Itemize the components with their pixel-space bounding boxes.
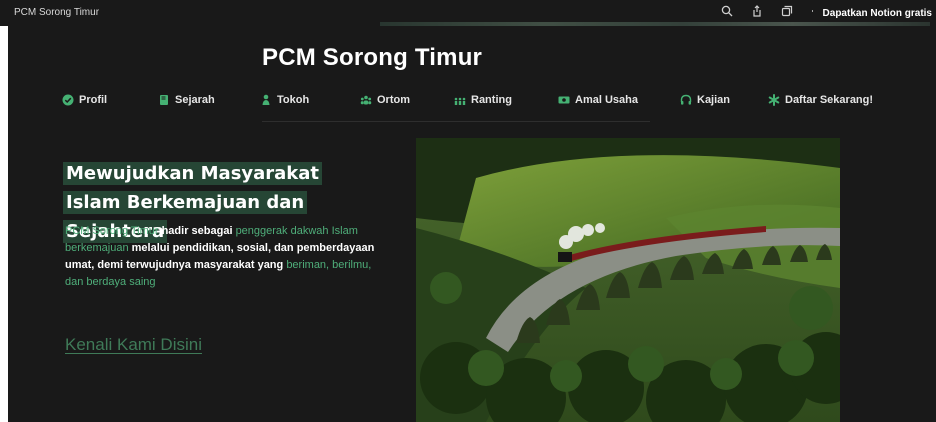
desc-org-name: PCM Sorong Timur xyxy=(65,225,159,237)
learn-more-link[interactable]: Kenali Kami Disini xyxy=(65,335,202,355)
get-notion-button[interactable]: Dapatkan Notion gratis xyxy=(812,4,936,22)
nav-label: Tokoh xyxy=(277,94,310,106)
nav-label: Kajian xyxy=(697,94,731,106)
nav-item-profil[interactable]: Profil xyxy=(62,94,107,106)
nav-item-tokoh[interactable]: Tokoh xyxy=(260,94,309,106)
check-badge-icon xyxy=(62,94,74,106)
people-icon xyxy=(454,97,466,105)
group-icon xyxy=(360,95,372,105)
person-icon xyxy=(262,94,270,105)
money-icon xyxy=(558,96,570,104)
hero-image xyxy=(416,138,840,422)
nav-divider xyxy=(262,121,650,122)
desc-text: hadir sebagai xyxy=(158,225,236,237)
nav-item-amal-usaha[interactable]: Amal Usaha xyxy=(558,94,638,106)
nav-label: Daftar Sekarang! xyxy=(785,94,874,106)
page-title: PCM Sorong Timur xyxy=(262,44,483,71)
nav-label: Ranting xyxy=(471,94,512,106)
tab-title: PCM Sorong Timur xyxy=(14,7,100,18)
nav-label: Profil xyxy=(79,94,108,106)
top-bar: PCM Sorong Timur Dapatkan Notion gratis xyxy=(0,0,936,26)
nav-item-ortom[interactable]: Ortom xyxy=(360,94,410,106)
headphones-icon xyxy=(680,94,692,105)
nav-item-kajian[interactable]: Kajian xyxy=(680,94,730,106)
asterisk-icon xyxy=(768,94,780,106)
duplicate-icon[interactable] xyxy=(780,4,794,18)
nav-item-ranting[interactable]: Ranting xyxy=(454,94,512,106)
nav-label: Sejarah xyxy=(175,94,215,106)
share-icon[interactable] xyxy=(750,4,764,18)
nav-item-sejarah[interactable]: Sejarah xyxy=(158,94,215,106)
book-icon xyxy=(160,95,168,105)
search-icon[interactable] xyxy=(720,4,734,18)
cover-strip xyxy=(380,22,930,26)
nav-label: Ortom xyxy=(377,94,410,106)
nav-item-daftar[interactable]: Daftar Sekarang! xyxy=(768,94,873,106)
nav-label: Amal Usaha xyxy=(575,94,638,106)
main-nav: Profil Sejarah Tokoh Ortom Ranting Amal … xyxy=(62,94,873,110)
window-edge xyxy=(0,26,8,422)
hero-description: PCM Sorong Timur hadir sebagai penggerak… xyxy=(65,223,385,291)
toolbar-icons xyxy=(720,4,824,18)
